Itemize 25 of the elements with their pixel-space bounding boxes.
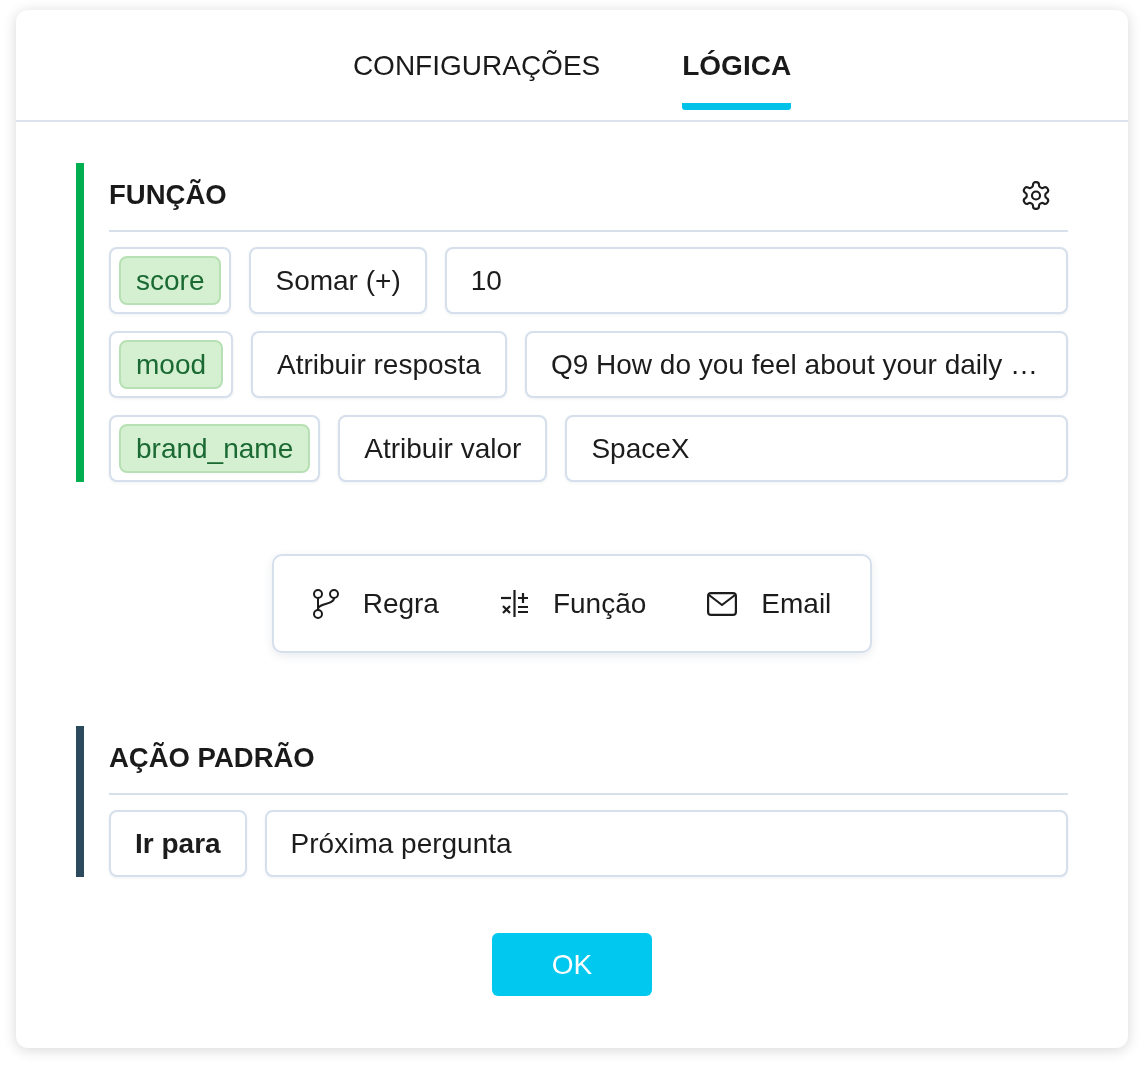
tab[interactable]: CONFIGURAÇÕES — [352, 50, 601, 110]
variable-tag: score — [119, 256, 222, 305]
variable-tag: mood — [119, 340, 224, 389]
settings-icon[interactable] — [1022, 180, 1050, 210]
section-title: AÇÃO PADRÃO — [109, 742, 315, 774]
variable-tag: brand_name — [119, 424, 311, 473]
function-button[interactable]: Função — [499, 587, 647, 620]
operators-icon — [499, 589, 529, 618]
email-button[interactable]: Email — [707, 587, 832, 620]
operation-select[interactable]: Atribuir valor — [338, 415, 548, 482]
section-title: FUNÇÃO — [109, 179, 227, 211]
variable-select[interactable]: score — [109, 247, 232, 314]
variable-select[interactable]: brand_name — [109, 415, 321, 482]
target-select[interactable]: Próxima pergunta — [264, 810, 1068, 877]
value-field[interactable]: Q9 How do you feel about your daily … — [524, 331, 1068, 398]
operation-select[interactable]: Somar (+) — [249, 247, 427, 314]
rule-button[interactable]: Regra — [312, 587, 439, 620]
tab[interactable]: LÓGICA — [682, 50, 792, 110]
operation-select[interactable]: Atribuir resposta — [251, 331, 507, 398]
branch-icon — [312, 588, 339, 619]
variable-select[interactable]: mood — [109, 331, 234, 398]
mail-icon — [707, 591, 738, 616]
value-field[interactable]: SpaceX — [565, 415, 1068, 482]
value-field[interactable]: 10 — [444, 247, 1068, 314]
action-label: Ir para — [109, 810, 247, 877]
